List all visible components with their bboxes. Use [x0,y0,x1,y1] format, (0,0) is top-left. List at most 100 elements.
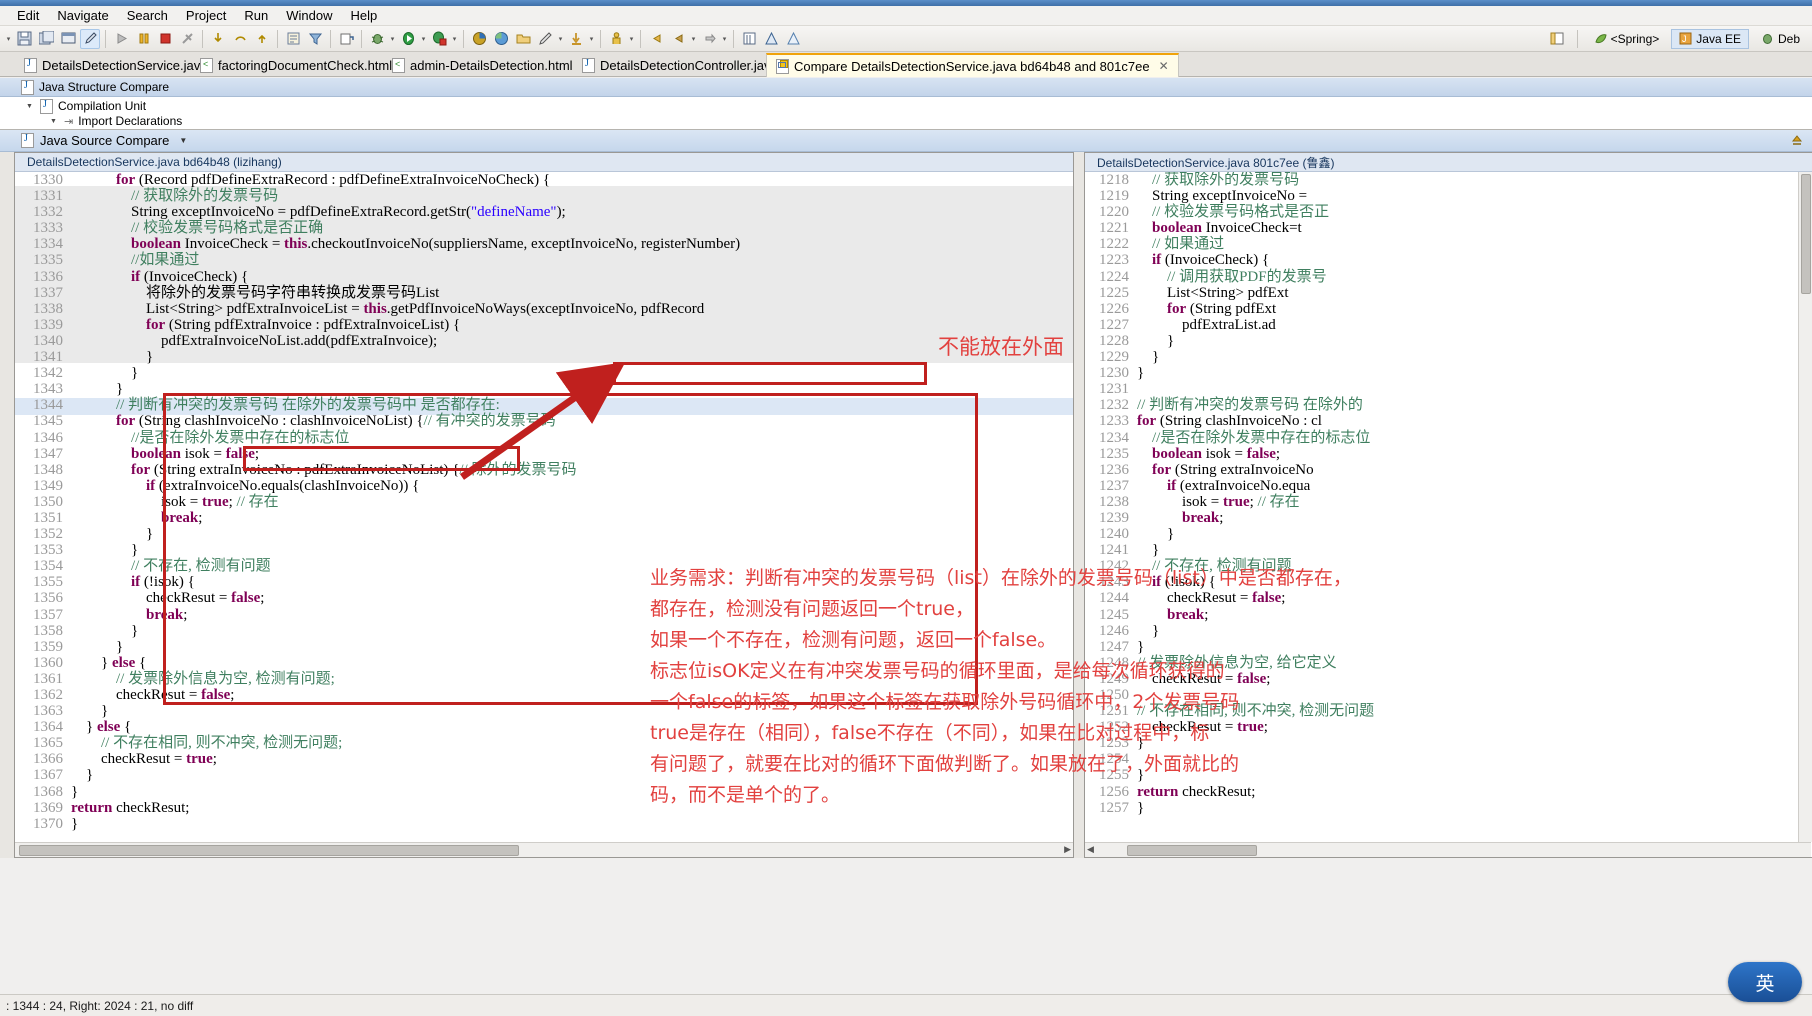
warning-triangle2-icon[interactable] [783,29,803,49]
java-source-compare-header: Java Source Compare ▼ [0,130,1812,152]
new-wizard-icon[interactable] [283,29,303,49]
status-bar-text: : 1344 : 24, Right: 2024 : 21, no diff [6,998,194,1013]
toolbar-overflow-arrow[interactable]: ▾ [4,29,13,49]
right-horizontal-scrollbar[interactable]: ◀ [1085,842,1811,857]
close-icon[interactable]: ✕ [1159,59,1169,73]
step-over-icon[interactable] [230,29,250,49]
right-scroll-thumb-v[interactable] [1801,174,1811,294]
right-code[interactable]: 1218 1219 1220 1221 1222 1223 1224 1225 … [1085,172,1798,816]
html-file-icon [200,57,213,73]
save-icon[interactable] [14,29,34,49]
right-compare-pane[interactable]: DetailsDetectionService.java 801c7ee (鲁鑫… [1084,152,1812,858]
pen-format-icon[interactable] [535,29,555,49]
run-dropdown-arrow[interactable]: ▾ [419,29,428,49]
left-scroll-thumb[interactable] [19,845,519,856]
right-vertical-scrollbar[interactable] [1798,172,1812,842]
back-arrow2-icon[interactable] [668,29,688,49]
disconnect-icon[interactable] [177,29,197,49]
back-dropdown-arrow[interactable]: ▾ [689,29,698,49]
spring-leaf-icon [1594,34,1607,44]
perspective-switcher: <Spring> J Java EE Deb [1547,27,1812,50]
right-scroll-left-arrow[interactable]: ◀ [1087,844,1094,855]
external-tools-icon[interactable] [429,29,449,49]
menu-item-navigate[interactable]: Navigate [48,6,117,25]
run-icon[interactable] [111,29,131,49]
menu-item-search[interactable]: Search [118,6,177,25]
search-filter-icon[interactable] [305,29,325,49]
right-code-viewport[interactable]: 1218 1219 1220 1221 1222 1223 1224 1225 … [1085,172,1798,842]
forward-arrow-icon[interactable] [699,29,719,49]
left-compare-pane[interactable]: DetailsDetectionService.java bd64b48 (li… [14,152,1074,858]
folder-icon[interactable] [513,29,533,49]
left-scroll-right-arrow[interactable]: ▶ [1064,844,1071,855]
stop-icon[interactable] [155,29,175,49]
save-all-icon[interactable] [36,29,56,49]
compare-view-toolbar [1786,131,1808,151]
import-icon: ⇥ [64,115,74,128]
external-tools-dropdown-arrow[interactable]: ▾ [450,29,459,49]
pause-icon[interactable] [133,29,153,49]
pen-dropdown-arrow[interactable]: ▾ [556,29,565,49]
run-green-icon[interactable] [398,29,418,49]
tab-label: DetailsDetectionService.java [42,57,208,73]
profile-icon[interactable] [491,29,511,49]
back-arrow-icon[interactable] [646,29,666,49]
status-bar: : 1344 : 24, Right: 2024 : 21, no diff [0,994,1812,1016]
download-arrow-icon[interactable] [566,29,586,49]
right-scroll-thumb[interactable] [1127,845,1257,856]
perspective-javaee[interactable]: J Java EE [1671,28,1749,49]
left-horizontal-scrollbar[interactable]: ▶ [15,842,1073,857]
forward-dropdown-arrow[interactable]: ▾ [720,29,729,49]
step-into-icon[interactable] [208,29,228,49]
perspective-spring[interactable]: <Spring> [1586,29,1668,49]
person-icon[interactable] [606,29,626,49]
menu-item-run[interactable]: Run [235,6,277,25]
compare-icon [776,58,789,74]
menu-item-window[interactable]: Window [277,6,341,25]
java-structure-compare-title: Java Structure Compare [39,80,170,94]
right-pane-label: DetailsDetectionService.java 801c7ee (鲁鑫… [1085,153,1812,172]
perspective-spring-label: <Spring> [1610,31,1660,46]
ime-label: 英 [1755,972,1775,995]
person-dropdown-arrow[interactable]: ▾ [627,29,636,49]
download-dropdown-arrow[interactable]: ▾ [587,29,596,49]
java-structure-compare-header: Java Structure Compare [0,78,1812,97]
right-code-lines: // 获取除外的发票号码 String exceptInvoiceNo = //… [1137,172,1375,816]
open-type-icon[interactable] [336,29,356,49]
tree-item-compilation-unit[interactable]: ▼ Compilation Unit [0,97,1812,114]
menu-item-edit[interactable]: Edit [8,6,48,25]
eclipse-window: Edit Navigate Search Project Run Window … [0,0,1812,1016]
tab-details-detection-service-java[interactable]: DetailsDetectionService.java [14,53,217,77]
java-file-icon [21,133,34,148]
java-structure-compare-tree[interactable]: ▼ Compilation Unit ▼ ⇥ Import Declaratio… [0,97,1812,130]
console-icon[interactable] [58,29,78,49]
ime-indicator[interactable]: 英 [1728,962,1802,1002]
next-difference-icon[interactable] [1787,131,1807,151]
debug-dropdown-arrow[interactable]: ▾ [388,29,397,49]
chevron-down-icon[interactable]: ▼ [179,136,187,145]
chevron-down-icon[interactable]: ▼ [24,103,35,110]
grid-view-icon[interactable] [739,29,759,49]
pencil-edit-icon[interactable] [80,28,100,49]
tree-item-import-declarations[interactable]: ▼ ⇥ Import Declarations [0,113,1812,129]
warning-triangle-icon[interactable] [761,29,781,49]
left-code[interactable]: 1330 1331 1332 1333 1334 1335 1336 1337 … [15,172,1073,832]
tab-admin-details-detection-html[interactable]: admin-DetailsDetection.html [382,53,583,77]
compare-panes: DetailsDetectionService.java bd64b48 (li… [0,152,1812,858]
main-toolbar: ▾ ▾ ▾ ▾ ▾ ▾ ▾ ▾ ▾ [0,26,1812,74]
menu-item-project[interactable]: Project [177,6,235,25]
debug-bug-icon[interactable] [367,29,387,49]
tab-compare-details-detection-service[interactable]: Compare DetailsDetectionService.java bd6… [766,53,1179,77]
tab-details-detection-controller-java[interactable]: DetailsDetectionController.java [572,53,788,77]
perspective-debug[interactable]: Deb [1753,29,1808,49]
open-perspective-icon[interactable] [1548,29,1568,49]
chevron-down-icon[interactable]: ▼ [48,118,59,125]
left-pane-label: DetailsDetectionService.java bd64b48 (li… [15,153,1073,172]
html-file-icon [392,57,405,73]
tab-factoring-document-check-html[interactable]: factoringDocumentCheck.html [190,53,402,77]
menu-item-help[interactable]: Help [342,6,387,25]
coverage-icon[interactable] [469,29,489,49]
java-file-icon [21,79,34,95]
step-return-icon[interactable] [252,29,272,49]
left-code-viewport[interactable]: 1330 1331 1332 1333 1334 1335 1336 1337 … [15,172,1073,842]
